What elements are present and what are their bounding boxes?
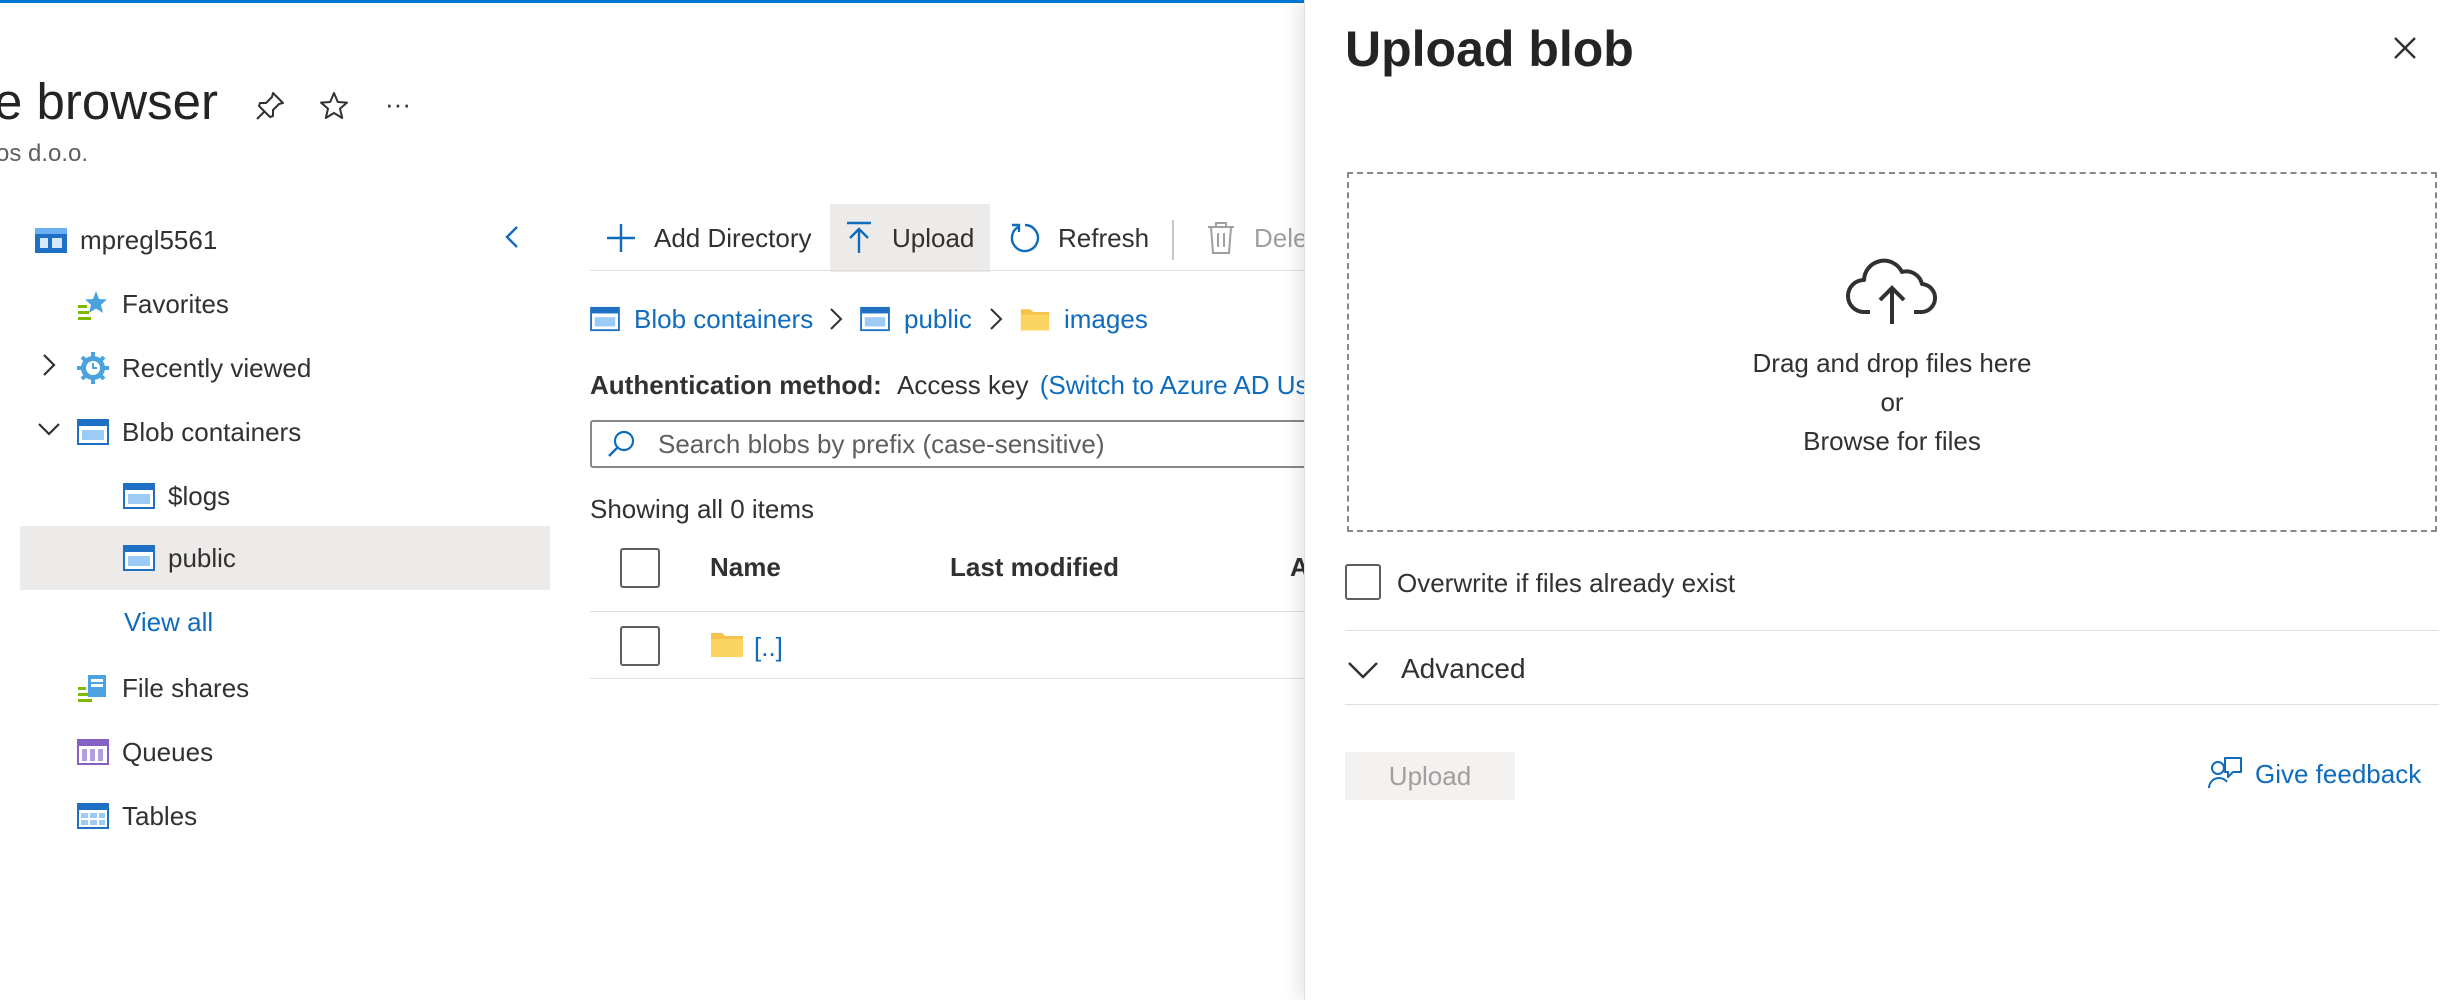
panel-divider <box>1345 704 2439 705</box>
blob-container-icon <box>76 415 110 449</box>
auth-method-label: Authentication method: <box>590 370 882 400</box>
breadcrumb-blob-containers[interactable]: Blob containers <box>590 298 813 340</box>
tree-item-tables[interactable]: Tables <box>76 786 197 846</box>
tree-item-label: File shares <box>122 672 250 703</box>
auth-method-row: Authentication method: Access key (Switc… <box>590 370 1332 401</box>
toolbar-underline <box>590 270 1310 271</box>
column-header-name[interactable]: Name <box>710 552 781 583</box>
overwrite-label: Overwrite if files already exist <box>1397 568 1736 598</box>
trash-icon <box>1204 221 1238 255</box>
advanced-expander[interactable]: Advanced <box>1345 646 1526 692</box>
container-icon <box>122 541 156 575</box>
collapse-tree-icon[interactable] <box>498 222 528 252</box>
tree-item-blob-containers[interactable]: Blob containers <box>76 402 301 462</box>
column-header-last-modified[interactable]: Last modified <box>950 552 1119 583</box>
row-checkbox[interactable] <box>620 626 660 666</box>
upload-toolbar-label: Upload <box>892 222 975 253</box>
parent-directory-link[interactable]: [..] <box>754 632 783 663</box>
close-icon[interactable] <box>2387 30 2423 66</box>
container-icon <box>122 479 156 513</box>
storage-account-icon <box>34 223 68 257</box>
upload-blob-panel: Upload blob Drag and drop files here or … <box>1304 0 2450 1000</box>
upload-toolbar-button[interactable]: Upload <box>830 204 991 272</box>
panel-title: Upload blob <box>1345 21 1634 77</box>
folder-icon <box>1020 304 1050 334</box>
refresh-button[interactable]: Refresh <box>996 204 1165 272</box>
delete-label: Dele <box>1254 222 1308 253</box>
tree-item-label: Favorites <box>122 288 229 319</box>
toolbar-divider <box>1172 220 1174 260</box>
feedback-icon <box>2207 756 2243 792</box>
container-icon <box>590 304 620 334</box>
drop-or: or <box>1880 387 1904 417</box>
more-actions-icon[interactable]: ··· <box>376 82 420 126</box>
table-icon <box>76 799 110 833</box>
select-all-checkbox[interactable] <box>620 548 660 588</box>
tree-account[interactable]: mpregl5561 <box>34 210 217 270</box>
star-icon[interactable] <box>312 84 356 128</box>
browse-files-link[interactable]: Browse for files <box>1803 422 1981 461</box>
view-all-link[interactable]: View all <box>124 592 213 652</box>
panel-divider <box>1345 630 2439 631</box>
tree-item-label: public <box>168 542 236 573</box>
breadcrumb-label: public <box>904 303 972 334</box>
breadcrumb-public[interactable]: public <box>860 298 972 340</box>
table-row-divider <box>590 678 1310 679</box>
container-icon <box>860 304 890 334</box>
items-count: Showing all 0 items <box>590 494 814 524</box>
page-title: e browser <box>0 73 218 130</box>
cloud-upload-icon <box>1846 258 1938 328</box>
tree-item-label: Queues <box>122 736 214 767</box>
give-feedback-label: Give feedback <box>2255 758 2422 789</box>
give-feedback-link[interactable]: Give feedback <box>2207 756 2421 792</box>
account-name: mpregl5561 <box>80 224 218 255</box>
add-directory-label: Add Directory <box>654 222 812 253</box>
page-subtitle: os d.o.o. <box>0 140 89 167</box>
breadcrumb-label: Blob containers <box>634 303 814 334</box>
tree-item-favorites[interactable]: Favorites <box>76 274 229 334</box>
tree-item-file-shares[interactable]: File shares <box>76 658 249 718</box>
pin-icon[interactable] <box>248 84 292 128</box>
search-box[interactable] <box>590 420 1310 468</box>
tree-item-label: Tables <box>122 800 198 831</box>
auth-method-value: Access key <box>897 370 1029 400</box>
chevron-down-icon <box>1345 654 1381 684</box>
tree-item-recently-viewed[interactable]: Recently viewed <box>76 338 311 398</box>
advanced-label: Advanced <box>1401 653 1526 684</box>
overwrite-checkbox[interactable] <box>1345 564 1381 600</box>
upload-button[interactable]: Upload <box>1345 752 1515 800</box>
tree-item-label: Recently viewed <box>122 352 312 383</box>
add-icon <box>604 221 638 255</box>
folder-icon <box>710 630 744 658</box>
drop-zone[interactable]: Drag and drop files here or Browse for f… <box>1347 172 2437 532</box>
tree-item-public[interactable]: public <box>20 526 550 590</box>
switch-auth-link[interactable]: (Switch to Azure AD User <box>1040 370 1332 400</box>
tree-item-label: Blob containers <box>122 416 302 447</box>
tree-item-label: $logs <box>168 480 231 511</box>
breadcrumb-images[interactable]: images <box>1020 298 1148 340</box>
recently-viewed-icon <box>76 351 110 385</box>
breadcrumb-label: images <box>1064 303 1148 334</box>
upload-icon <box>842 221 876 255</box>
queue-icon <box>76 735 110 769</box>
search-input[interactable] <box>658 428 1278 460</box>
chevron-right-icon <box>986 304 1006 334</box>
drop-instructions: Drag and drop files here <box>1752 348 2032 378</box>
collapse-blob-containers-icon[interactable] <box>34 414 64 444</box>
refresh-label: Refresh <box>1058 222 1150 253</box>
tree-item-logs[interactable]: $logs <box>122 466 230 526</box>
chevron-right-icon <box>826 304 846 334</box>
file-share-icon <box>76 671 110 705</box>
add-directory-button[interactable]: Add Directory <box>592 204 828 272</box>
expand-recently-viewed-icon[interactable] <box>34 350 64 380</box>
refresh-icon <box>1008 221 1042 255</box>
tree-item-queues[interactable]: Queues <box>76 722 213 782</box>
table-header-divider <box>590 611 1310 612</box>
search-icon <box>606 429 636 459</box>
favorites-icon <box>76 287 110 321</box>
